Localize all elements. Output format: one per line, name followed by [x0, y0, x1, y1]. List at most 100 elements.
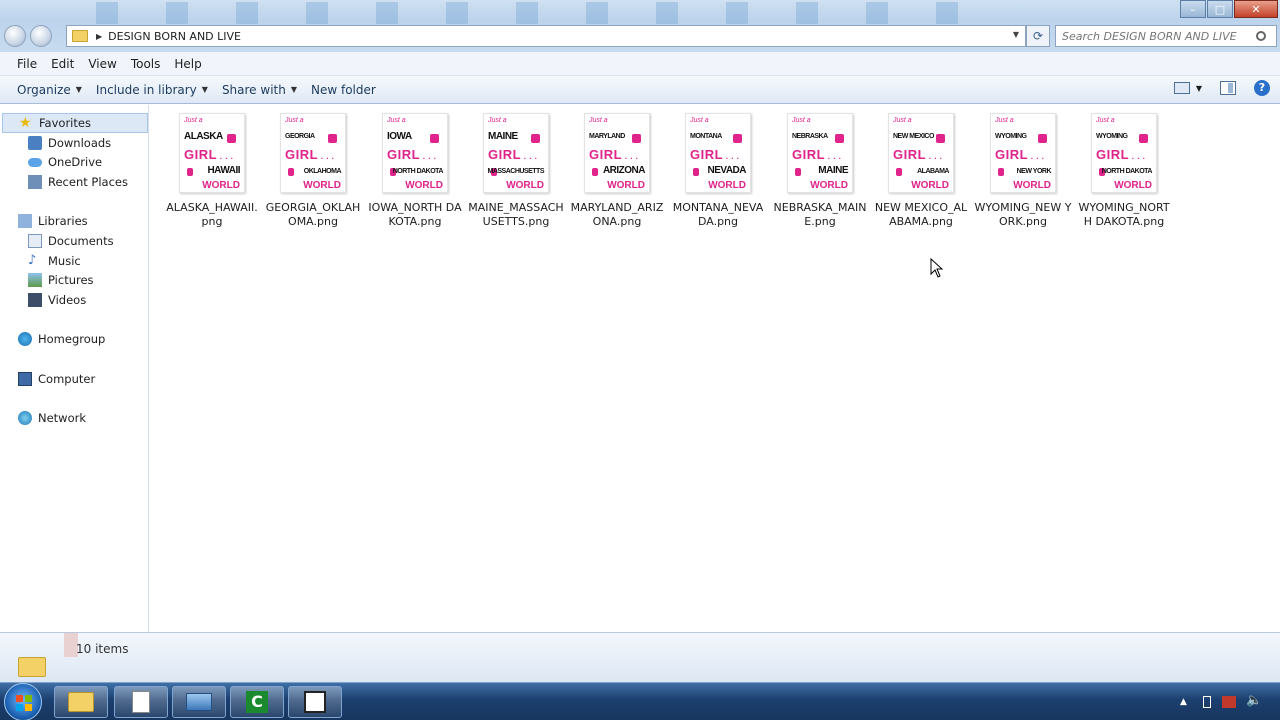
nav-recent-places-label: Recent Places — [48, 175, 128, 189]
menu-file[interactable]: File — [17, 57, 37, 71]
taskbar-image-viewer-button[interactable] — [172, 686, 226, 718]
refresh-button[interactable]: ⟳ — [1026, 25, 1050, 47]
taskbar-notepad-button[interactable] — [114, 686, 168, 718]
show-hidden-icons-icon[interactable]: ▲ — [1180, 697, 1187, 707]
nav-homegroup[interactable]: Homegroup — [18, 329, 105, 349]
organize-button[interactable]: Organize ▼ — [17, 83, 82, 97]
search-input[interactable] — [1056, 29, 1252, 43]
taskbar-app-button[interactable] — [288, 686, 342, 718]
action-center-icon[interactable] — [1222, 696, 1236, 708]
share-with-label: Share with — [221, 82, 286, 97]
address-dropdown-icon[interactable]: ▼ — [1013, 30, 1019, 39]
thumb-text: WORLD — [202, 180, 240, 191]
thumb-text: GIRL — [589, 147, 638, 162]
thumb-text: MAINE — [818, 165, 848, 176]
menu-help[interactable]: Help — [174, 57, 201, 71]
file-item[interactable]: Just a NEBRASKA GIRL MAINE WORLD NEBRASK… — [769, 113, 871, 229]
address-bar[interactable]: ▶ DESIGN BORN AND LIVE ▼ — [66, 25, 1026, 47]
documents-icon — [28, 234, 42, 248]
thumb-text: Just a — [792, 117, 811, 124]
state-shape-icon — [227, 134, 236, 143]
preview-pane-icon[interactable] — [1220, 81, 1236, 95]
taskbar-explorer-button[interactable] — [54, 686, 108, 718]
start-button[interactable] — [4, 683, 42, 720]
thumb-text: ALABAMA — [917, 168, 949, 175]
thumb-text: Just a — [285, 117, 304, 124]
thumb-text: GIRL — [893, 147, 942, 162]
nav-music[interactable]: ♪ Music — [28, 251, 81, 271]
thumb-text: NORTH DAKOTA — [392, 168, 444, 175]
state-shape-icon — [998, 168, 1004, 176]
nav-recent-places[interactable]: Recent Places — [28, 172, 128, 192]
nav-onedrive[interactable]: OneDrive — [28, 152, 102, 172]
file-item[interactable]: Just a GEORGIA GIRL OKLAHOMA WORLD GEORG… — [262, 113, 364, 229]
file-item[interactable]: Just a MAINE GIRL MASSACHUSETTS WORLD MA… — [465, 113, 567, 229]
thumb-text: NEW YORK — [1016, 168, 1052, 175]
thumb-text: NEW MEXICO — [893, 133, 934, 140]
file-item[interactable]: Just a MONTANA GIRL NEVADA WORLD MONTANA… — [667, 113, 769, 229]
breadcrumb-arrow-icon[interactable]: ▶ — [96, 32, 102, 41]
volume-icon[interactable]: 🔈 — [1246, 693, 1262, 708]
thumb-text: Just a — [387, 117, 406, 124]
taskbar-camtasia-button[interactable]: C — [230, 686, 284, 718]
music-note-icon: ♪ — [28, 253, 37, 268]
file-item[interactable]: Just a NEW MEXICO GIRL ALABAMA WORLD NEW… — [870, 113, 972, 229]
state-shape-icon — [936, 134, 945, 143]
file-item[interactable]: Just a WYOMING GIRL NEW YORK WORLD WYOMI… — [972, 113, 1074, 229]
thumb-text: Just a — [1096, 117, 1115, 124]
thumb-text: Just a — [488, 117, 507, 124]
view-dropdown-icon[interactable]: ▼ — [1196, 84, 1202, 93]
battery-icon[interactable] — [1203, 696, 1211, 708]
include-in-library-button[interactable]: Include in library ▼ — [96, 83, 208, 97]
recent-places-icon — [28, 175, 42, 189]
menu-view[interactable]: View — [88, 57, 116, 71]
thumb-text: IOWA — [387, 131, 412, 142]
file-item[interactable]: Just a ALASKA GIRL HAWAII WORLD ALASKA_H… — [161, 113, 263, 229]
file-item[interactable]: Just a MARYLAND GIRL ARIZONA WORLD MARYL… — [566, 113, 668, 229]
thumb-text: GIRL — [1096, 147, 1145, 162]
share-with-button[interactable]: Share with ▼ — [222, 83, 297, 97]
nav-downloads[interactable]: Downloads — [28, 133, 111, 153]
thumb-text: GIRL — [285, 147, 334, 162]
thumb-text: GEORGIA — [285, 133, 315, 140]
image-thumbnail: Just a GEORGIA GIRL OKLAHOMA WORLD — [280, 113, 346, 193]
help-icon[interactable]: ? — [1254, 80, 1270, 96]
file-item[interactable]: Just a WYOMING GIRL NORTH DAKOTA WORLD W… — [1073, 113, 1175, 229]
nav-documents-label: Documents — [48, 234, 114, 248]
title-bar: ▶ DESIGN BORN AND LIVE ▼ ⟳ – □ ✕ — [0, 0, 1280, 52]
thumb-text: GIRL — [184, 147, 233, 162]
state-shape-icon — [328, 134, 337, 143]
thumb-text: Just a — [690, 117, 709, 124]
pictures-icon — [28, 273, 42, 287]
forward-button[interactable] — [30, 25, 52, 47]
nav-videos-label: Videos — [48, 293, 87, 307]
search-box[interactable] — [1055, 25, 1277, 47]
change-view-icon[interactable] — [1173, 82, 1190, 94]
breadcrumb[interactable]: DESIGN BORN AND LIVE — [108, 30, 241, 43]
state-shape-icon — [1139, 134, 1148, 143]
thumb-text: ARIZONA — [602, 165, 646, 176]
nav-computer[interactable]: Computer — [18, 369, 95, 389]
nav-favorites[interactable]: ★ Favorites — [2, 113, 148, 133]
thumb-text: NEBRASKA — [792, 133, 828, 140]
menu-tools[interactable]: Tools — [131, 57, 161, 71]
close-button[interactable]: ✕ — [1234, 0, 1278, 18]
back-button[interactable] — [4, 25, 26, 47]
search-icon[interactable] — [1256, 31, 1266, 41]
image-thumbnail: Just a MARYLAND GIRL ARIZONA WORLD — [584, 113, 650, 193]
thumb-text: WORLD — [1013, 180, 1051, 191]
state-shape-icon — [187, 168, 193, 176]
file-item[interactable]: Just a IOWA GIRL NORTH DAKOTA WORLD IOWA… — [364, 113, 466, 229]
nav-network[interactable]: Network — [18, 408, 86, 428]
minimize-button[interactable]: – — [1180, 0, 1206, 18]
nav-videos[interactable]: Videos — [28, 290, 86, 310]
nav-pictures[interactable]: Pictures — [28, 270, 94, 290]
file-name: GEORGIA_OKLAHOMA.png — [265, 201, 361, 228]
menu-edit[interactable]: Edit — [51, 57, 74, 71]
maximize-button[interactable]: □ — [1207, 0, 1233, 18]
thumb-text: GIRL — [690, 147, 739, 162]
new-folder-button[interactable]: New folder — [311, 83, 376, 97]
file-name: MONTANA_NEVADA.png — [672, 201, 764, 228]
nav-documents[interactable]: Documents — [28, 231, 114, 251]
nav-libraries[interactable]: Libraries — [18, 211, 88, 231]
